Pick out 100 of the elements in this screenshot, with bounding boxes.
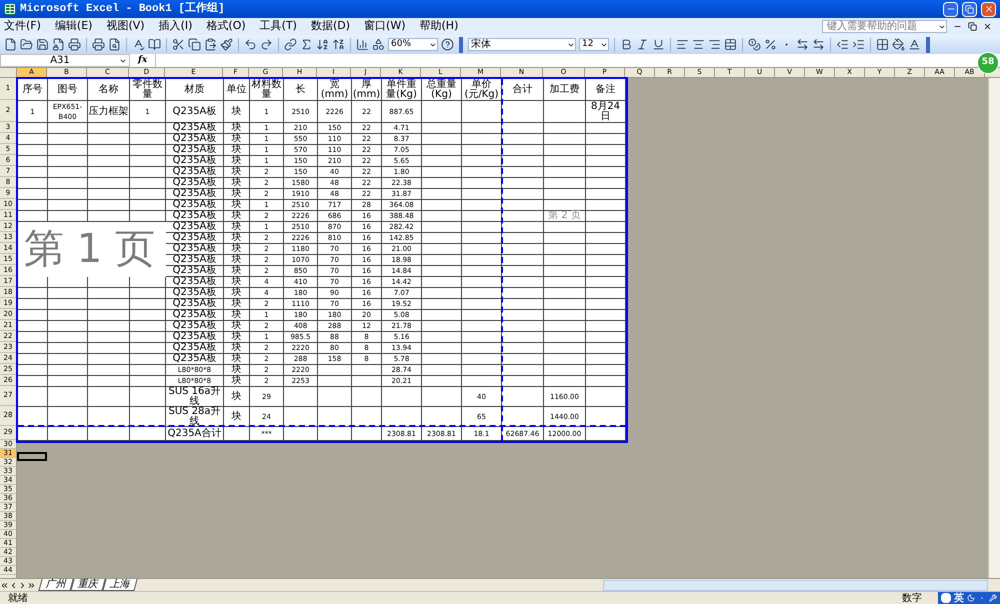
empty-cell (544, 255, 586, 266)
print-icon[interactable] (68, 38, 81, 51)
empty-cell (544, 321, 586, 332)
printer-icon[interactable] (92, 38, 105, 51)
empty-cell (586, 427, 626, 441)
menu-item[interactable]: 工具(T) (260, 18, 297, 35)
align-center-icon[interactable] (692, 38, 705, 51)
restore-icon[interactable] (968, 22, 977, 31)
empty-cell (48, 134, 88, 145)
increase-indent-icon[interactable] (852, 38, 865, 51)
empty-cell (18, 343, 48, 354)
font-dropdown[interactable]: 宋体 (468, 38, 576, 51)
column-heading: 材质 (166, 79, 224, 101)
drawing-icon[interactable] (372, 38, 385, 51)
fill-color-icon[interactable] (892, 38, 905, 51)
empty-cell (130, 189, 166, 200)
menu-item[interactable]: 格式(O) (206, 18, 246, 35)
decrease-decimal-icon[interactable] (812, 38, 825, 51)
research-icon[interactable] (148, 38, 161, 51)
empty-cell (48, 277, 88, 288)
first-sheet-icon[interactable] (0, 580, 9, 590)
decrease-indent-icon[interactable] (836, 38, 849, 51)
last-sheet-icon[interactable] (27, 580, 36, 590)
table-cell: 压力框架 (88, 101, 130, 123)
ime-toolbar[interactable]: 英 (938, 592, 1000, 604)
empty-cell (462, 354, 502, 365)
italic-icon[interactable] (636, 38, 649, 51)
table-cell: 块 (224, 310, 250, 321)
empty-cell (462, 156, 502, 167)
cut-icon[interactable] (172, 38, 185, 51)
empty-cell (502, 299, 544, 310)
menu-item[interactable]: 文件(F) (4, 18, 41, 35)
chart-icon[interactable] (356, 38, 369, 51)
increase-decimal-icon[interactable] (796, 38, 809, 51)
print-preview-icon[interactable] (108, 38, 121, 51)
empty-cell (462, 244, 502, 255)
permission-icon[interactable] (52, 38, 65, 51)
restore-button[interactable] (962, 2, 977, 16)
redo-icon[interactable] (260, 38, 273, 51)
merge-cells-icon[interactable] (724, 38, 737, 51)
empty-cell (130, 321, 166, 332)
empty-cell (544, 178, 586, 189)
save-icon[interactable] (36, 38, 49, 51)
hyperlink-icon[interactable] (284, 38, 297, 51)
menu-item[interactable]: 帮助(H) (420, 18, 458, 35)
minimize-button[interactable] (943, 2, 958, 16)
empty-cell (544, 134, 586, 145)
sort-ascending-icon[interactable] (316, 38, 329, 51)
previous-sheet-icon[interactable] (9, 580, 18, 590)
align-left-icon[interactable] (676, 38, 689, 51)
menu-item[interactable]: 编辑(E) (54, 18, 92, 35)
sort-descending-icon[interactable] (332, 38, 345, 51)
empty-cell (502, 200, 544, 211)
empty-cell (130, 211, 166, 222)
menu-item[interactable]: 数据(D) (310, 18, 350, 35)
menu-item[interactable]: 视图(V) (106, 18, 145, 35)
next-sheet-icon[interactable] (18, 580, 27, 590)
help-icon[interactable] (441, 38, 454, 51)
selected-cell[interactable] (17, 452, 47, 461)
sum-icon[interactable] (300, 38, 313, 51)
empty-cell (48, 123, 88, 134)
new-file-icon[interactable] (4, 38, 17, 51)
menu-item[interactable]: 窗口(W) (364, 18, 406, 35)
bold-icon[interactable] (620, 38, 633, 51)
empty-cell (88, 134, 130, 145)
zoom-dropdown[interactable]: 60% (388, 38, 438, 51)
table-cell: Q235A板 (166, 156, 224, 167)
empty-cell (502, 145, 544, 156)
paste-icon[interactable] (204, 38, 217, 51)
copy-icon[interactable] (188, 38, 201, 51)
help-search-field[interactable]: 键入需要帮助的问题 (822, 20, 947, 33)
empty-cell (502, 178, 544, 189)
sheet-tab[interactable]: 上海 (102, 579, 138, 591)
empty-cell (544, 266, 586, 277)
column-heading: 名称 (88, 79, 130, 101)
menu-item[interactable]: 插入(I) (158, 18, 192, 35)
empty-cell (88, 167, 130, 178)
sheet-tab[interactable]: 重庆 (70, 579, 106, 591)
empty-cell (48, 200, 88, 211)
font-size-dropdown[interactable]: 12 (579, 38, 609, 51)
format-painter-icon[interactable] (220, 38, 233, 51)
function-button[interactable]: fx (138, 54, 148, 68)
empty-cell (88, 387, 130, 407)
underline-icon[interactable] (652, 38, 665, 51)
spelling-icon[interactable] (132, 38, 145, 51)
empty-cell (586, 299, 626, 310)
wrench-icon (989, 594, 997, 602)
align-right-icon[interactable] (708, 38, 721, 51)
open-folder-icon[interactable] (20, 38, 33, 51)
close-icon[interactable] (983, 22, 992, 31)
sheet-tab[interactable]: 广州 (38, 579, 74, 591)
undo-icon[interactable] (244, 38, 257, 51)
empty-cell (88, 178, 130, 189)
currency-icon[interactable] (748, 38, 761, 51)
name-box[interactable]: A31 (0, 54, 130, 67)
table-cell: 块 (224, 233, 250, 244)
percent-icon[interactable] (764, 38, 777, 51)
close-button[interactable] (981, 2, 996, 16)
borders-icon[interactable] (876, 38, 889, 51)
font-color-icon[interactable] (908, 38, 921, 51)
